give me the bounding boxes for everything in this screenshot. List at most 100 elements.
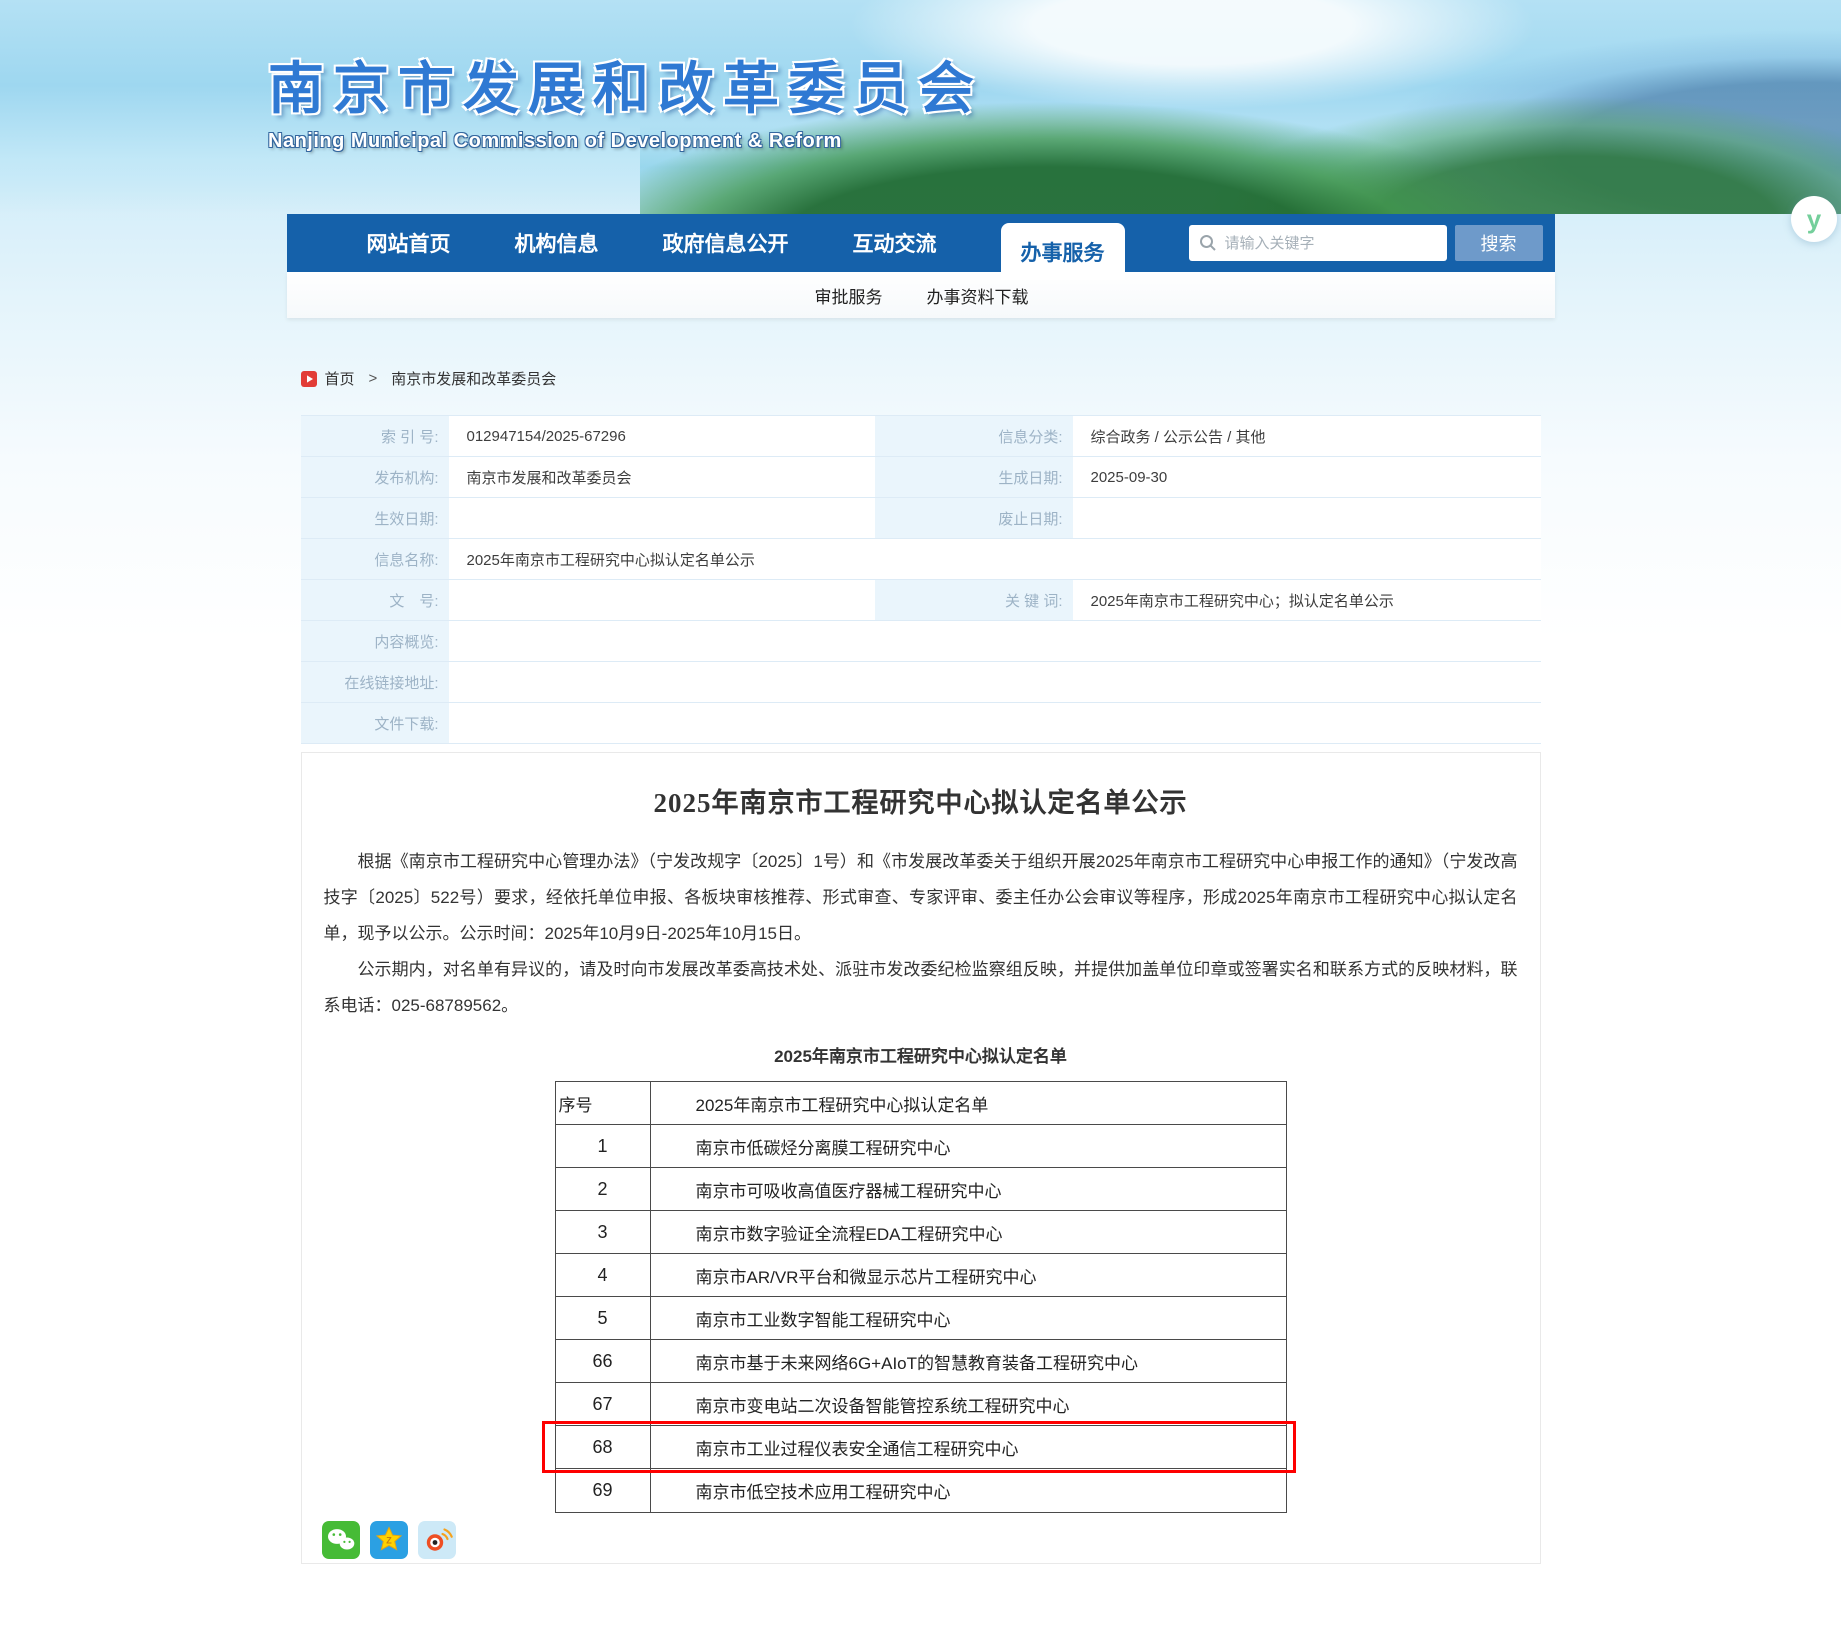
meta-row: 内容概览: bbox=[301, 621, 1541, 662]
wechat-icon[interactable] bbox=[322, 1521, 360, 1559]
search-button[interactable]: 搜索 bbox=[1455, 225, 1543, 261]
table-row: 3 南京市数字验证全流程EDA工程研究中心 bbox=[556, 1211, 1286, 1254]
page: 南京市发展和改革委员会 Nanjing Municipal Commission… bbox=[0, 0, 1841, 1626]
meta-label-doc-no: 文 号: bbox=[301, 580, 451, 620]
meta-row: 索 引 号: 012947154/2025-67296 信息分类: 综合政务 /… bbox=[301, 416, 1541, 457]
meta-value-info-name: 2025年南京市工程研究中心拟认定名单公示 bbox=[451, 539, 1541, 579]
meta-value-summary bbox=[451, 621, 1541, 661]
main-navbar: 网站首页 机构信息 政府信息公开 互动交流 办事服务 搜索 bbox=[287, 214, 1555, 272]
document-meta-table: 索 引 号: 012947154/2025-67296 信息分类: 综合政务 /… bbox=[301, 415, 1541, 744]
meta-row: 信息名称: 2025年南京市工程研究中心拟认定名单公示 bbox=[301, 539, 1541, 580]
weibo-icon[interactable] bbox=[418, 1521, 456, 1559]
nav-item-interaction[interactable]: 互动交流 bbox=[853, 228, 937, 258]
meta-row: 发布机构: 南京市发展和改革委员会 生成日期: 2025-09-30 bbox=[301, 457, 1541, 498]
site-title-cn: 南京市发展和改革委员会 bbox=[268, 44, 983, 125]
table-row: 2 南京市可吸收高值医疗器械工程研究中心 bbox=[556, 1168, 1286, 1211]
meta-label-summary: 内容概览: bbox=[301, 621, 451, 661]
meta-value-category: 综合政务 / 公示公告 / 其他 bbox=[1075, 416, 1541, 456]
meta-row: 文 号: 关 键 词: 2025年南京市工程研究中心；拟认定名单公示 bbox=[301, 580, 1541, 621]
meta-label-info-name: 信息名称: bbox=[301, 539, 451, 579]
search-box[interactable] bbox=[1189, 225, 1447, 261]
article-paragraph-1: 根据《南京市工程研究中心管理办法》（宁发改规字〔2025〕1号）和《市发展改革委… bbox=[324, 844, 1518, 952]
row-name: 南京市可吸收高值医疗器械工程研究中心 bbox=[651, 1168, 1286, 1210]
meta-row: 生效日期: 废止日期: bbox=[301, 498, 1541, 539]
breadcrumb-home[interactable]: 首页 bbox=[325, 368, 355, 389]
meta-row: 在线链接地址: bbox=[301, 662, 1541, 703]
meta-label-publisher: 发布机构: bbox=[301, 457, 451, 497]
row-name: 南京市低碳烃分离膜工程研究中心 bbox=[651, 1125, 1286, 1167]
row-no: 69 bbox=[556, 1469, 651, 1512]
floating-assistant-widget[interactable]: y bbox=[1791, 196, 1837, 242]
site-title-en: Nanjing Municipal Commission of Developm… bbox=[268, 130, 983, 153]
meta-value-file-download bbox=[451, 703, 1541, 743]
table-row: 1 南京市低碳烃分离膜工程研究中心 bbox=[556, 1125, 1286, 1168]
meta-label-date-created: 生成日期: bbox=[875, 457, 1075, 497]
nav-tab-services-active[interactable]: 办事服务 bbox=[1001, 223, 1125, 280]
meta-value-effective-date bbox=[451, 498, 875, 538]
breadcrumb-icon bbox=[301, 371, 317, 387]
table-row-highlighted: 68 南京市工业过程仪表安全通信工程研究中心 bbox=[556, 1426, 1286, 1469]
article-box: 2025年南京市工程研究中心拟认定名单公示 根据《南京市工程研究中心管理办法》（… bbox=[301, 752, 1541, 1564]
site-banner: 南京市发展和改革委员会 Nanjing Municipal Commission… bbox=[0, 0, 1841, 214]
row-name: 南京市数字验证全流程EDA工程研究中心 bbox=[651, 1211, 1286, 1253]
meta-label-file-download: 文件下载: bbox=[301, 703, 451, 743]
row-no: 3 bbox=[556, 1211, 651, 1253]
row-no: 67 bbox=[556, 1383, 651, 1425]
table-row: 66 南京市基于未来网络6G+AIoT的智慧教育装备工程研究中心 bbox=[556, 1340, 1286, 1383]
table-header-name: 2025年南京市工程研究中心拟认定名单 bbox=[651, 1082, 1286, 1124]
subnav-item-downloads[interactable]: 办事资料下载 bbox=[927, 283, 1029, 308]
nav-item-home[interactable]: 网站首页 bbox=[367, 228, 451, 258]
row-no: 2 bbox=[556, 1168, 651, 1210]
meta-row: 文件下载: bbox=[301, 703, 1541, 744]
nav-item-org-info[interactable]: 机构信息 bbox=[515, 228, 599, 258]
breadcrumb-separator: > bbox=[369, 370, 378, 387]
center-list-table: 序号 2025年南京市工程研究中心拟认定名单 1 南京市低碳烃分离膜工程研究中心… bbox=[555, 1081, 1287, 1513]
table-row: 69 南京市低空技术应用工程研究中心 bbox=[556, 1469, 1286, 1512]
row-name: 南京市工业数字智能工程研究中心 bbox=[651, 1297, 1286, 1339]
meta-label-keywords: 关 键 词: bbox=[875, 580, 1075, 620]
nav-search-area: 搜索 bbox=[1189, 225, 1543, 261]
sub-navbar: 审批服务 办事资料下载 bbox=[287, 272, 1555, 318]
meta-value-online-link bbox=[451, 662, 1541, 702]
qzone-icon[interactable]: Z bbox=[370, 1521, 408, 1559]
subnav-item-approval[interactable]: 审批服务 bbox=[815, 283, 883, 308]
row-name: 南京市AR/VR平台和微显示芯片工程研究中心 bbox=[651, 1254, 1286, 1296]
row-no: 1 bbox=[556, 1125, 651, 1167]
meta-value-doc-no bbox=[451, 580, 875, 620]
row-name: 南京市工业过程仪表安全通信工程研究中心 bbox=[651, 1426, 1286, 1468]
search-input[interactable] bbox=[1225, 235, 1439, 252]
row-no: 66 bbox=[556, 1340, 651, 1382]
svg-text:Z: Z bbox=[386, 1536, 392, 1546]
breadcrumb-current: 南京市发展和改革委员会 bbox=[391, 368, 556, 389]
share-icons-row: Z bbox=[320, 1521, 1522, 1563]
meta-value-keywords: 2025年南京市工程研究中心；拟认定名单公示 bbox=[1075, 580, 1541, 620]
article-paragraph-2: 公示期内，对名单有异议的，请及时向市发展改革委高技术处、派驻市发改委纪检监察组反… bbox=[324, 952, 1518, 1024]
meta-value-date-created: 2025-09-30 bbox=[1075, 457, 1541, 497]
table-header-no: 序号 bbox=[556, 1082, 651, 1124]
article-title: 2025年南京市工程研究中心拟认定名单公示 bbox=[320, 781, 1522, 820]
meta-label-effective-date: 生效日期: bbox=[301, 498, 451, 538]
row-name: 南京市变电站二次设备智能管控系统工程研究中心 bbox=[651, 1383, 1286, 1425]
row-name: 南京市低空技术应用工程研究中心 bbox=[651, 1469, 1286, 1512]
nav-item-gov-info[interactable]: 政府信息公开 bbox=[663, 228, 789, 258]
article-body: 根据《南京市工程研究中心管理办法》（宁发改规字〔2025〕1号）和《市发展改革委… bbox=[320, 844, 1522, 1024]
meta-label-category: 信息分类: bbox=[875, 416, 1075, 456]
meta-value-publisher: 南京市发展和改革委员会 bbox=[451, 457, 875, 497]
table-header-row: 序号 2025年南京市工程研究中心拟认定名单 bbox=[556, 1082, 1286, 1125]
row-no: 4 bbox=[556, 1254, 651, 1296]
row-name: 南京市基于未来网络6G+AIoT的智慧教育装备工程研究中心 bbox=[651, 1340, 1286, 1382]
site-brand: 南京市发展和改革委员会 Nanjing Municipal Commission… bbox=[268, 44, 983, 153]
row-no: 68 bbox=[556, 1426, 651, 1468]
meta-value-index-no: 012947154/2025-67296 bbox=[451, 416, 875, 456]
meta-label-expiry-date: 废止日期: bbox=[875, 498, 1075, 538]
meta-label-index-no: 索 引 号: bbox=[301, 416, 451, 456]
row-no: 5 bbox=[556, 1297, 651, 1339]
table-row: 67 南京市变电站二次设备智能管控系统工程研究中心 bbox=[556, 1383, 1286, 1426]
meta-label-online-link: 在线链接地址: bbox=[301, 662, 451, 702]
assistant-logo-icon: y bbox=[1807, 206, 1821, 232]
breadcrumb: 首页 > 南京市发展和改革委员会 bbox=[301, 368, 1541, 389]
list-table-caption: 2025年南京市工程研究中心拟认定名单 bbox=[320, 1042, 1522, 1067]
table-row: 4 南京市AR/VR平台和微显示芯片工程研究中心 bbox=[556, 1254, 1286, 1297]
meta-value-expiry-date bbox=[1075, 498, 1541, 538]
content-column: 首页 > 南京市发展和改革委员会 索 引 号: 012947154/2025-6… bbox=[301, 368, 1541, 1626]
